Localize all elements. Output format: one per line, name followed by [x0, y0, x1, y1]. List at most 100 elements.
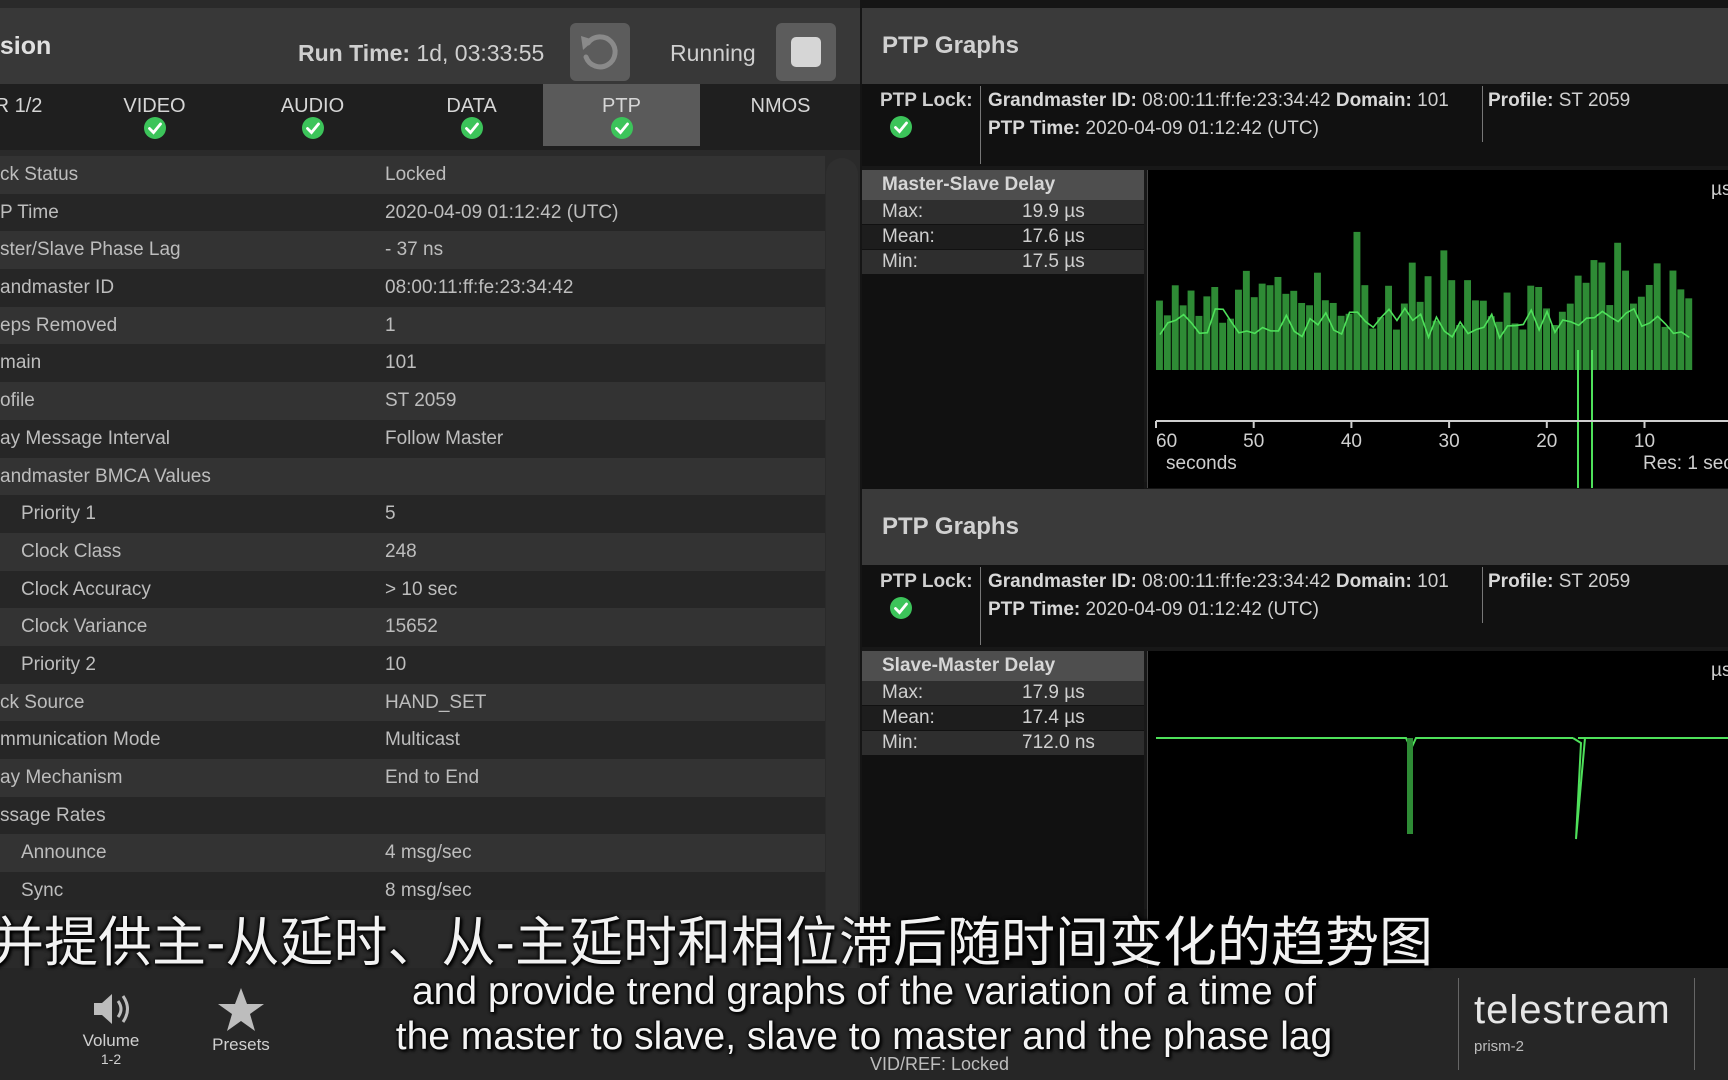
stat-value: 17.9 µs: [1022, 682, 1085, 703]
delay-bar: [1385, 285, 1392, 370]
delay-bar: [1622, 270, 1629, 370]
ptp-time-value: 2020-04-09 01:12:42 (UTC): [1085, 599, 1319, 620]
ptp-time-value: 2020-04-09 01:12:42 (UTC): [1085, 118, 1319, 139]
row-value: 4 msg/sec: [385, 842, 472, 864]
x-tick-label: 40: [1341, 431, 1362, 452]
lock-check-icon: [890, 116, 912, 138]
row-label: andmaster ID: [0, 277, 115, 299]
row-label: Priority 1: [21, 503, 96, 525]
graph-title-text: Master-Slave Delay: [882, 174, 1056, 195]
delay-bar: [1527, 285, 1535, 370]
table-row: Priority 2 10: [0, 645, 825, 684]
row-label: ay Message Interval: [0, 427, 171, 449]
tab-video[interactable]: VIDEO: [76, 84, 233, 146]
stat-value: 17.6 µs: [1022, 226, 1085, 247]
delay-bar: [1329, 302, 1337, 370]
row-value: - 37 ns: [385, 239, 444, 261]
tab-ptp[interactable]: PTP: [543, 84, 700, 146]
row-label: ck Source: [0, 691, 85, 713]
domain-value: 101: [1417, 90, 1449, 111]
row-label: ck Status: [0, 164, 79, 185]
delay-bar: [1487, 316, 1495, 370]
delay-trace: [1156, 737, 1573, 752]
delay-bar: [1156, 300, 1163, 370]
delay-bar: [1282, 293, 1290, 370]
divider: [980, 86, 981, 164]
stat-row: Mean: 17.4 µs: [862, 706, 1144, 730]
ptp-time-label: PTP Time:: [988, 599, 1081, 620]
row-label: Clock Class: [21, 540, 122, 562]
divider: [1482, 567, 1483, 623]
tab-bar: R 1/2 VIDEO AUDIO DATA PTP NMOS: [0, 84, 860, 150]
delay-bar: [1416, 301, 1424, 370]
row-label: Clock Variance: [21, 616, 148, 638]
row-value: Multicast: [385, 729, 460, 751]
delay-graph: 60 50 40 30 20 10 seconds Res: 1 sec µs: [1147, 170, 1728, 488]
panel-header: PTP Graphs: [862, 8, 1728, 84]
grandmaster-label: Grandmaster ID:: [988, 571, 1137, 592]
profile-value: ST 2059: [1558, 90, 1631, 111]
delay-bar: [1171, 285, 1179, 370]
delay-bar: [1669, 270, 1677, 370]
delay-bar: [1645, 284, 1653, 370]
check-icon: [143, 117, 166, 139]
run-time: Run Time: 1d, 03:33:55: [298, 40, 544, 67]
stat-row: Mean: 17.6 µs: [862, 225, 1144, 249]
delay-bar: [1432, 320, 1440, 370]
delay-graph-svg: 60 50 40 30 20 10 seconds Res: 1 sec µs: [1155, 179, 1728, 488]
row-value: 248: [385, 540, 417, 562]
tab-label: DATA: [446, 95, 497, 117]
row-label: ster/Slave Phase Lag: [0, 239, 181, 261]
check-icon: [610, 117, 633, 139]
stat-label: Mean:: [882, 226, 935, 247]
table-row: Clock Class 248: [0, 532, 825, 571]
tab-nmos[interactable]: NMOS: [702, 84, 859, 146]
table-row: ssage Rates: [0, 796, 825, 835]
x-tick-label: 60: [1156, 431, 1177, 452]
delay-bar: [1369, 328, 1377, 370]
delay-bar: [1321, 300, 1329, 370]
ptp-lock-indicator: [890, 116, 912, 144]
running-status: Running: [670, 40, 756, 66]
stat-row: Min: 712.0 ns: [862, 731, 1144, 755]
stat-row: Min: 17.5 µs: [862, 250, 1144, 274]
row-label: P Time: [0, 201, 59, 223]
table-row: mmunication Mode Multicast: [0, 721, 825, 759]
reset-button[interactable]: [570, 23, 630, 81]
stop-button[interactable]: [776, 23, 836, 81]
row-label: ssage Rates: [0, 804, 106, 826]
grandmaster-value: 08:00:11:ff:fe:23:34:42: [1142, 90, 1331, 111]
row-value: 5: [385, 503, 396, 525]
delay-bar: [1661, 326, 1669, 370]
row-value: 101: [385, 352, 417, 374]
row-value: HAND_SET: [385, 691, 487, 713]
stat-row: Max: 19.9 µs: [862, 200, 1144, 224]
row-value: > 10 sec: [385, 578, 458, 600]
check-icon: [301, 117, 324, 139]
stat-row: Max: 17.9 µs: [862, 681, 1144, 705]
delay-bar: [1377, 317, 1385, 370]
stat-value: 17.4 µs: [1022, 707, 1085, 728]
x-tick-label: 10: [1634, 431, 1655, 452]
delay-bar: [1242, 270, 1250, 370]
run-time-label: Run Time:: [298, 40, 411, 66]
table-row: ay Message Interval Follow Master: [0, 419, 825, 458]
panel-title: PTP Graphs: [882, 513, 1019, 540]
domain-label: Domain:: [1335, 90, 1412, 111]
x-axis-label: seconds: [1166, 453, 1237, 474]
table-row: Clock Variance 15652: [0, 608, 825, 646]
delay-bar: [1472, 300, 1479, 370]
table-row: ster/Slave Phase Lag - 37 ns: [0, 231, 825, 270]
tab-data[interactable]: DATA: [393, 84, 550, 146]
run-time-value: 1d, 03:33:55: [416, 40, 545, 66]
row-label: main: [0, 352, 42, 374]
scrollbar[interactable]: [826, 158, 858, 978]
row-label: ofile: [0, 390, 35, 412]
graph-title-text: Slave-Master Delay: [882, 655, 1056, 676]
tab-audio[interactable]: AUDIO: [234, 84, 391, 146]
delay-bar: [1456, 325, 1464, 370]
delay-bar: [1582, 282, 1590, 370]
divider: [1482, 86, 1483, 142]
delay-bar: [1258, 283, 1266, 370]
panel-title: PTP Graphs: [882, 32, 1019, 59]
